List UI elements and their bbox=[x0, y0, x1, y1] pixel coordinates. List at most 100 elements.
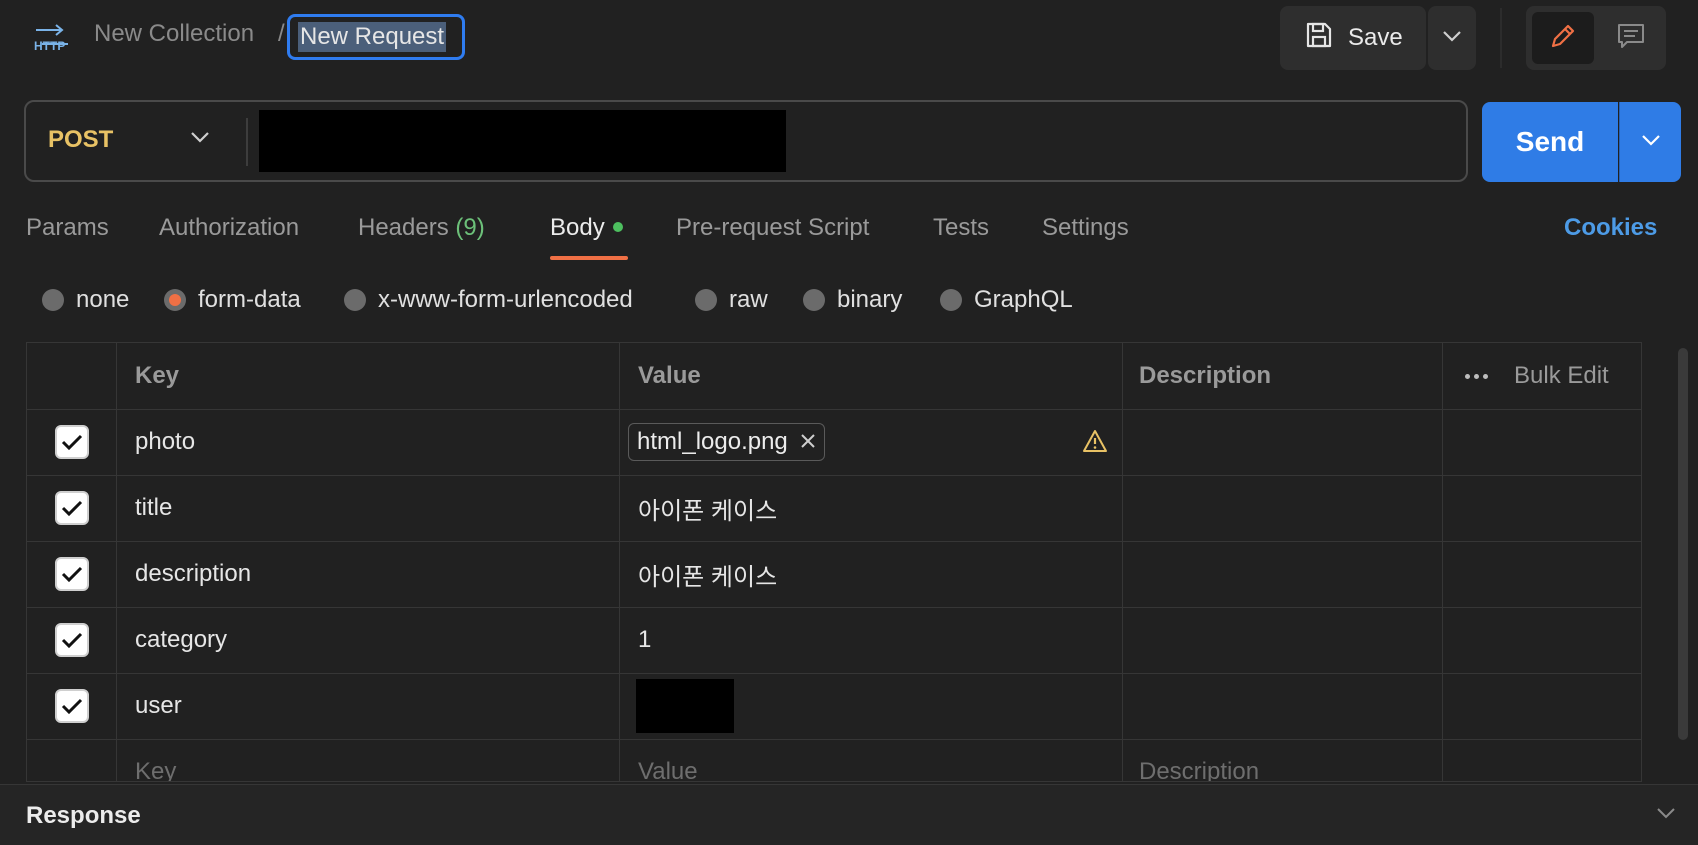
row-checkbox-cell bbox=[27, 409, 117, 475]
radio-button bbox=[42, 289, 64, 311]
chevron-down-icon[interactable] bbox=[190, 130, 210, 148]
tab-headers[interactable]: Headers (9) bbox=[358, 214, 485, 242]
header-checkbox-cell bbox=[27, 343, 117, 409]
row-checkbox-cell bbox=[27, 673, 117, 739]
new-description-input[interactable]: Description bbox=[1123, 739, 1443, 781]
radio-binary[interactable]: binary bbox=[803, 286, 902, 314]
chevron-down-icon[interactable] bbox=[1656, 806, 1676, 824]
http-icon: HTTP bbox=[32, 22, 72, 54]
chevron-down-icon bbox=[1641, 133, 1661, 151]
bulk-edit-button[interactable]: Bulk Edit bbox=[1514, 362, 1609, 390]
row-description[interactable] bbox=[1123, 673, 1443, 739]
edit-mode-button[interactable] bbox=[1532, 12, 1594, 64]
radio-graphql[interactable]: GraphQL bbox=[940, 286, 1073, 314]
tab-settings[interactable]: Settings bbox=[1042, 214, 1129, 242]
comment-mode-button[interactable] bbox=[1602, 12, 1660, 64]
table-row: description 아이폰 케이스 bbox=[27, 541, 1641, 608]
row-value-cell[interactable]: html_logo.png bbox=[620, 409, 1123, 475]
row-checkbox[interactable] bbox=[54, 689, 89, 723]
form-data-table: Key Value Description Bulk Edit photo ht… bbox=[26, 342, 1642, 782]
column-header-value: Value bbox=[620, 343, 1123, 409]
radio-button bbox=[344, 289, 366, 311]
tab-authorization[interactable]: Authorization bbox=[159, 214, 299, 242]
cookies-link[interactable]: Cookies bbox=[1564, 214, 1657, 242]
request-name-input[interactable]: New Request bbox=[287, 14, 465, 60]
row-actions bbox=[1443, 475, 1641, 541]
tab-params[interactable]: Params bbox=[26, 214, 109, 242]
row-checkbox[interactable] bbox=[54, 557, 89, 591]
new-row: Key Value Description bbox=[27, 739, 1641, 781]
more-icon[interactable] bbox=[1465, 373, 1488, 379]
response-panel-header[interactable] bbox=[0, 784, 1698, 845]
radio-label: none bbox=[76, 286, 130, 313]
radio-form-data[interactable]: form-data bbox=[164, 286, 301, 314]
method-divider bbox=[246, 118, 248, 166]
row-description[interactable] bbox=[1123, 475, 1443, 541]
checkmark-icon bbox=[61, 566, 82, 583]
row-actions bbox=[1443, 409, 1641, 475]
chevron-down-icon bbox=[1442, 29, 1462, 47]
row-value-cell[interactable] bbox=[620, 673, 1123, 739]
checkmark-icon bbox=[61, 632, 82, 649]
checkmark-icon bbox=[61, 698, 82, 715]
radio-raw[interactable]: raw bbox=[695, 286, 768, 314]
row-checkbox[interactable] bbox=[54, 425, 89, 459]
file-chip: html_logo.png bbox=[628, 423, 825, 461]
radio-label: GraphQL bbox=[974, 286, 1073, 313]
url-input[interactable] bbox=[259, 110, 786, 172]
row-value[interactable]: 아이폰 케이스 bbox=[620, 541, 1123, 607]
row-checkbox[interactable] bbox=[54, 491, 89, 525]
table-row: photo html_logo.png bbox=[27, 409, 1641, 476]
radio-button bbox=[695, 289, 717, 311]
new-key-input[interactable]: Key bbox=[117, 739, 620, 781]
breadcrumb-collection[interactable]: New Collection bbox=[94, 20, 254, 48]
row-description[interactable] bbox=[1123, 541, 1443, 607]
save-button[interactable]: Save bbox=[1280, 6, 1426, 70]
row-actions bbox=[1443, 673, 1641, 739]
headers-count-badge: (9) bbox=[455, 214, 485, 241]
row-description[interactable] bbox=[1123, 607, 1443, 673]
radio-x-www-form-urlencoded[interactable]: x-www-form-urlencoded bbox=[344, 286, 633, 314]
row-actions bbox=[1443, 739, 1641, 781]
row-key[interactable]: title bbox=[117, 475, 620, 541]
row-value[interactable]: 1 bbox=[620, 607, 1123, 673]
row-actions bbox=[1443, 607, 1641, 673]
row-checkbox-cell bbox=[27, 607, 117, 673]
row-checkbox[interactable] bbox=[54, 623, 89, 657]
radio-none[interactable]: none bbox=[42, 286, 129, 314]
close-icon[interactable] bbox=[800, 428, 816, 456]
svg-text:HTTP: HTTP bbox=[34, 39, 65, 53]
save-label: Save bbox=[1348, 24, 1403, 51]
row-checkbox-cell bbox=[27, 739, 117, 781]
method-select[interactable]: POST bbox=[48, 126, 113, 154]
request-name-text: New Request bbox=[298, 22, 447, 52]
table-row: category 1 bbox=[27, 607, 1641, 674]
send-button[interactable]: Send bbox=[1482, 102, 1618, 182]
checkmark-icon bbox=[61, 500, 82, 517]
table-row: title 아이폰 케이스 bbox=[27, 475, 1641, 542]
radio-label: binary bbox=[837, 286, 903, 313]
row-value[interactable]: 아이폰 케이스 bbox=[620, 475, 1123, 541]
save-icon bbox=[1304, 20, 1334, 57]
warning-icon[interactable] bbox=[1082, 429, 1108, 458]
vertical-scrollbar[interactable] bbox=[1678, 348, 1688, 740]
save-dropdown-button[interactable] bbox=[1428, 6, 1476, 70]
table-row: user bbox=[27, 673, 1641, 740]
redacted-value bbox=[636, 679, 734, 733]
row-key[interactable]: description bbox=[117, 541, 620, 607]
row-key[interactable]: category bbox=[117, 607, 620, 673]
row-actions bbox=[1443, 541, 1641, 607]
row-key[interactable]: user bbox=[117, 673, 620, 739]
row-description[interactable] bbox=[1123, 409, 1443, 475]
radio-button bbox=[803, 289, 825, 311]
send-dropdown-button[interactable] bbox=[1619, 102, 1681, 182]
radio-button bbox=[940, 289, 962, 311]
file-name: html_logo.png bbox=[637, 428, 788, 455]
tab-prerequest-script[interactable]: Pre-request Script bbox=[676, 214, 869, 242]
new-value-input[interactable]: Value bbox=[620, 739, 1123, 781]
row-key[interactable]: photo bbox=[117, 409, 620, 475]
bulk-edit-cell: Bulk Edit bbox=[1443, 343, 1641, 409]
tab-tests[interactable]: Tests bbox=[933, 214, 989, 242]
tab-body[interactable]: Body bbox=[550, 214, 623, 242]
body-indicator-dot bbox=[612, 221, 623, 232]
